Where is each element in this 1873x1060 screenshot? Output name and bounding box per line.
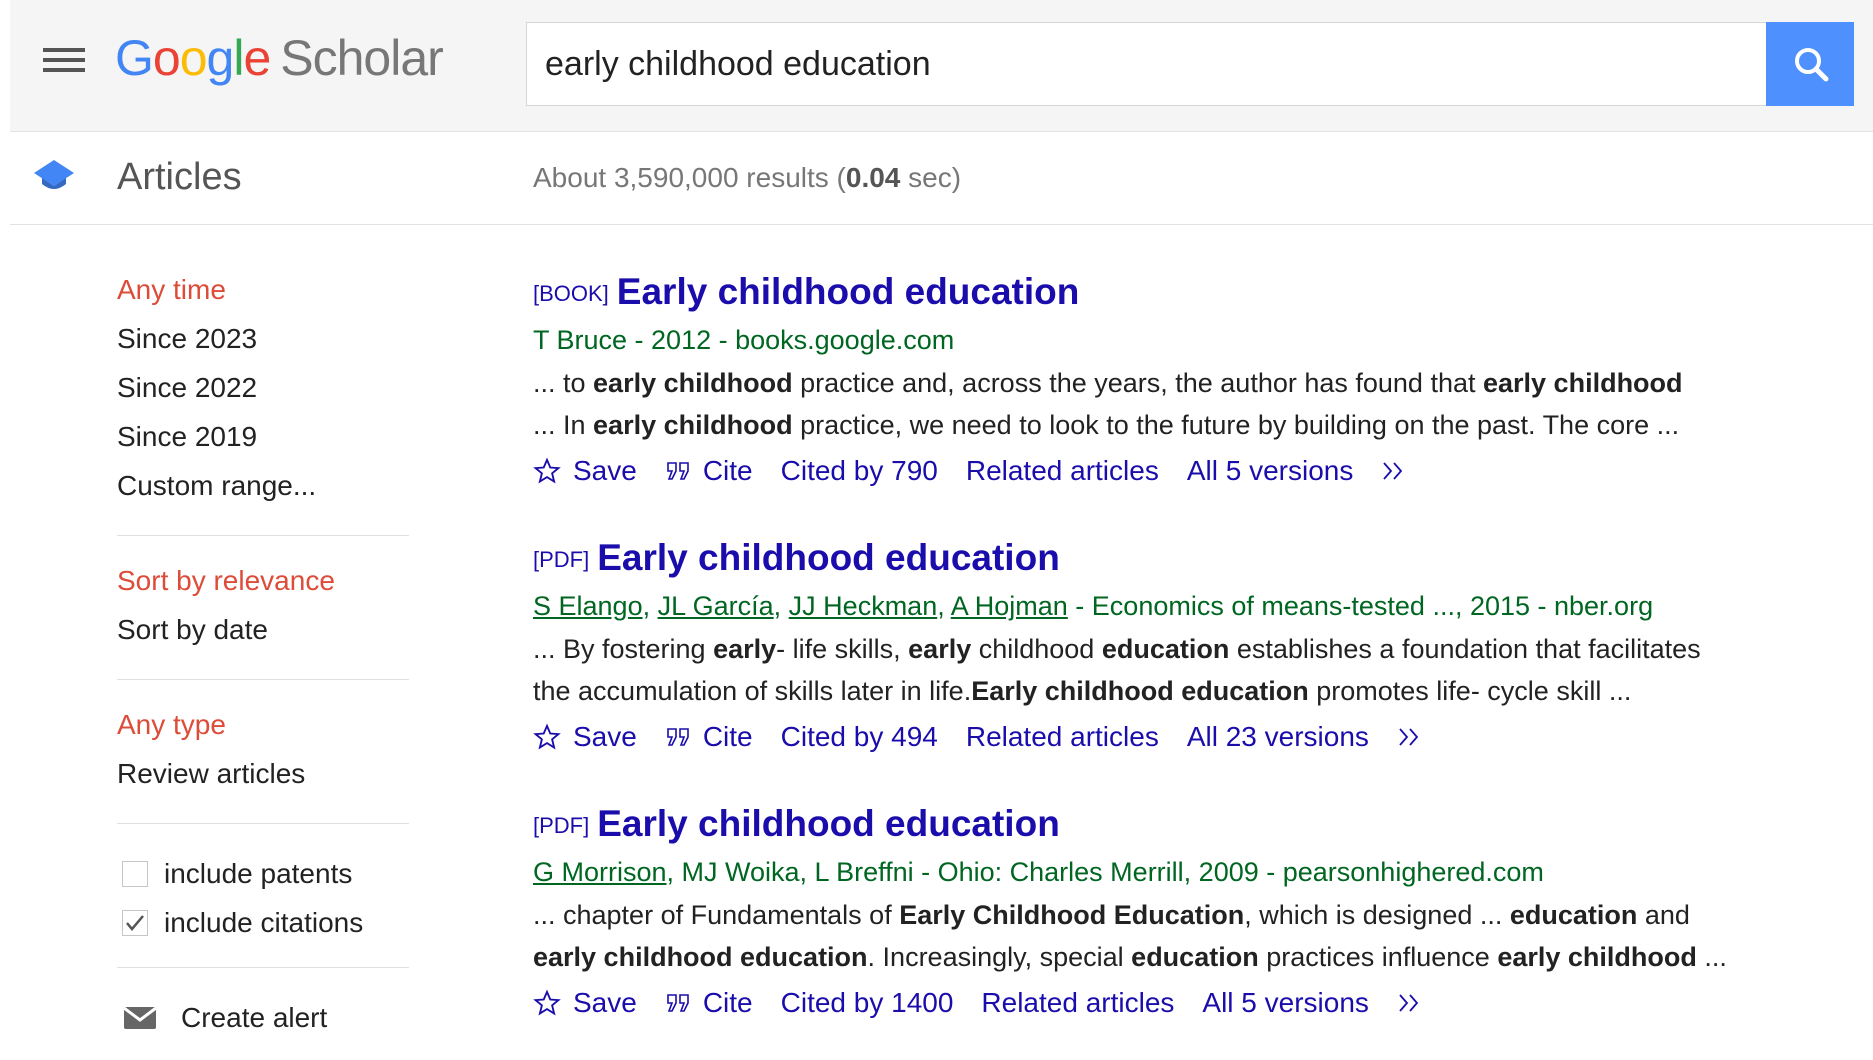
filter-since-2023[interactable]: Since 2023: [117, 319, 409, 368]
author-link[interactable]: JJ Heckman: [789, 591, 938, 621]
checkmark-icon: [126, 914, 144, 931]
cite-button[interactable]: Cite: [665, 721, 753, 753]
save-button[interactable]: Save: [533, 987, 637, 1019]
filter-since-2022[interactable]: Since 2022: [117, 368, 409, 417]
result-title-link[interactable]: Early childhood education: [617, 271, 1080, 312]
cited-by-link[interactable]: Cited by 494: [781, 721, 938, 753]
create-alert-label: Create alert: [181, 1001, 328, 1033]
all-versions-link[interactable]: All 23 versions: [1187, 721, 1369, 753]
logo-scholar-text: Scholar: [280, 30, 444, 86]
type-any[interactable]: Any type: [117, 705, 409, 754]
filter-since-2019[interactable]: Since 2019: [117, 417, 409, 466]
result-actions: Save Cite Cited by 790 Related articles …: [533, 446, 1853, 496]
related-articles-link[interactable]: Related articles: [966, 455, 1159, 487]
search-result: [BOOK] Early childhood education T Bruce …: [533, 268, 1853, 496]
result-authors: G Morrison, MJ Woika, L Breffni - Ohio: …: [533, 857, 1544, 887]
star-icon: [533, 457, 561, 484]
search-box: [526, 22, 1766, 106]
result-stats: About 3,590,000 results (0.04 sec): [533, 162, 962, 193]
result-authors: S Elango, JL García, JJ Heckman, A Hojma…: [533, 591, 1654, 621]
include-patents-checkbox[interactable]: [122, 860, 148, 887]
type-review-articles[interactable]: Review articles: [117, 754, 409, 803]
quote-icon: [667, 728, 689, 746]
related-articles-link[interactable]: Related articles: [981, 987, 1174, 1019]
google-scholar-logo[interactable]: Google Scholar: [115, 28, 444, 88]
create-alert-link[interactable]: Create alert: [117, 993, 409, 1042]
divider: [117, 967, 409, 968]
cite-button[interactable]: Cite: [665, 987, 753, 1019]
double-chevron-icon[interactable]: [1381, 460, 1409, 482]
hamburger-menu-icon[interactable]: [30, 40, 94, 80]
articles-bar: Articles About 3,590,000 results (0.04 s…: [10, 132, 1873, 225]
result-type-tag: [PDF]: [533, 547, 590, 572]
filter-custom-range[interactable]: Custom range...: [117, 466, 409, 515]
related-articles-link[interactable]: Related articles: [966, 721, 1159, 753]
star-icon: [533, 723, 561, 750]
search-result: [PDF] Early childhood education S Elango,…: [533, 534, 1853, 762]
author-link[interactable]: S Elango: [533, 591, 643, 621]
filter-any-time[interactable]: Any time: [117, 270, 409, 319]
result-actions: Save Cite Cited by 1400 Related articles…: [533, 978, 1853, 1028]
author-link[interactable]: JL García: [658, 591, 774, 621]
graduation-cap-icon: [34, 160, 74, 189]
include-citations-checkbox[interactable]: [122, 909, 148, 936]
cite-button[interactable]: Cite: [665, 455, 753, 487]
cited-by-link[interactable]: Cited by 1400: [781, 987, 954, 1019]
result-type-tag: [PDF]: [533, 813, 590, 838]
result-authors: T Bruce - 2012 - books.google.com: [533, 325, 955, 355]
articles-label: Articles: [117, 156, 242, 198]
cited-by-link[interactable]: Cited by 790: [781, 455, 938, 487]
include-patents-label: include patents: [164, 857, 353, 889]
result-actions: Save Cite Cited by 494 Related articles …: [533, 712, 1853, 762]
sort-by-relevance[interactable]: Sort by relevance: [117, 561, 409, 610]
include-citations-toggle[interactable]: include citations: [117, 898, 409, 947]
result-snippet: early childhood education. Increasingly,…: [533, 942, 1727, 972]
star-icon: [533, 989, 561, 1016]
result-snippet: ... to early childhood practice and, acr…: [533, 368, 1683, 398]
envelope-icon: [123, 1006, 157, 1029]
include-citations-label: include citations: [164, 906, 364, 938]
results-list: [BOOK] Early childhood education T Bruce …: [533, 268, 1853, 1060]
sidebar: Any time Since 2023 Since 2022 Since 201…: [117, 270, 409, 1042]
search-button[interactable]: [1766, 22, 1854, 106]
sort-by-date[interactable]: Sort by date: [117, 610, 409, 659]
author-link[interactable]: G Morrison: [533, 857, 667, 887]
quote-icon: [667, 462, 689, 480]
search-input[interactable]: [527, 23, 1766, 105]
result-snippet: the accumulation of skills later in life…: [533, 676, 1632, 706]
include-patents-toggle[interactable]: include patents: [117, 849, 409, 898]
header: Google Scholar: [10, 0, 1873, 132]
all-versions-link[interactable]: All 5 versions: [1187, 455, 1354, 487]
divider: [117, 679, 409, 680]
search-icon: [1795, 48, 1829, 82]
result-type-tag: [BOOK]: [533, 281, 609, 306]
result-snippet: ... In early childhood practice, we need…: [533, 410, 1680, 440]
all-versions-link[interactable]: All 5 versions: [1202, 987, 1369, 1019]
save-button[interactable]: Save: [533, 455, 637, 487]
divider: [117, 535, 409, 536]
author-link[interactable]: A Hojman: [951, 591, 1068, 621]
result-snippet: ... By fostering early- life skills, ear…: [533, 634, 1701, 664]
result-title-link[interactable]: Early childhood education: [597, 803, 1060, 844]
divider: [117, 823, 409, 824]
result-title-link[interactable]: Early childhood education: [597, 537, 1060, 578]
search-result: [PDF] Early childhood education G Morriso…: [533, 800, 1853, 1028]
double-chevron-icon[interactable]: [1397, 726, 1425, 748]
result-snippet: ... chapter of Fundamentals of Early Chi…: [533, 900, 1690, 930]
save-button[interactable]: Save: [533, 721, 637, 753]
double-chevron-icon[interactable]: [1397, 992, 1425, 1014]
quote-icon: [667, 994, 689, 1012]
